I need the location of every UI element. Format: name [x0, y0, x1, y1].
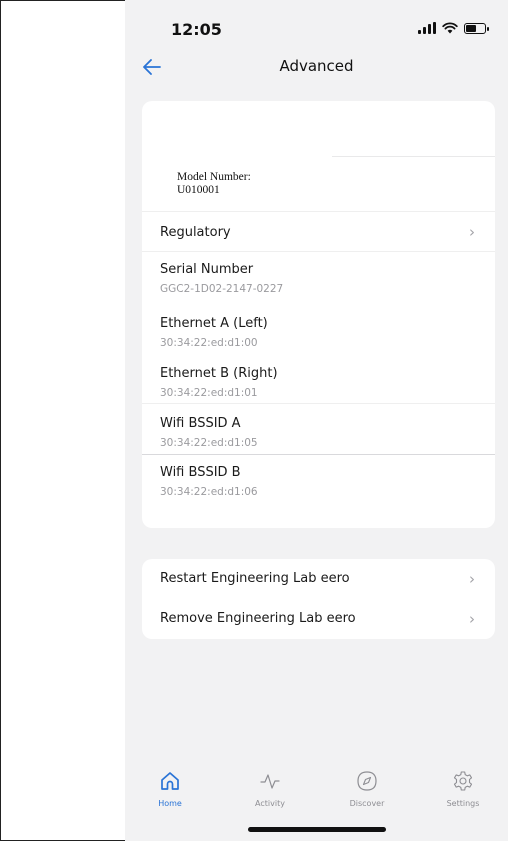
tab-settings-label: Settings: [446, 799, 480, 808]
gear-icon: [453, 771, 473, 791]
ethernet-b-value: 30:34:22:ed:d1:01: [160, 387, 258, 399]
wifi-bssid-a-value: 30:34:22:ed:d1:05: [160, 437, 258, 449]
page-title: Advanced: [279, 57, 354, 75]
wifi-bssid-a-row: Wifi BSSID A 30:34:22:ed:d1:05: [142, 404, 495, 455]
model-number-label: Model Number:: [177, 171, 251, 183]
battery-icon: [464, 22, 489, 34]
activity-icon: [260, 774, 280, 789]
tab-discover[interactable]: Discover: [332, 770, 402, 808]
battery-level: [466, 24, 476, 32]
ethernet-a-row: Ethernet A (Left) 30:34:22:ed:d1:00: [142, 304, 495, 354]
wifi-icon: [442, 22, 458, 34]
remove-eero-row[interactable]: Remove Engineering Lab eero ›: [142, 599, 495, 639]
regulatory-row[interactable]: Regulatory ›: [142, 212, 495, 252]
serial-number-label: Serial Number: [160, 262, 254, 277]
tab-home-label: Home: [158, 799, 182, 808]
regulatory-label: Regulatory: [160, 225, 231, 240]
compass-icon: [357, 771, 377, 791]
chevron-right-icon: ›: [469, 222, 475, 241]
ethernet-a-value: 30:34:22:ed:d1:00: [160, 337, 258, 349]
wifi-bssid-b-value: 30:34:22:ed:d1:06: [160, 486, 258, 498]
card-blank-area: [142, 101, 495, 157]
phone-screen: 12:05 Advanced Model Number: U010001 Reg…: [125, 0, 508, 841]
status-time: 12:05: [171, 20, 222, 39]
chevron-right-icon: ›: [469, 570, 475, 588]
chevron-right-icon: ›: [469, 610, 475, 628]
device-info-card: Model Number: U010001 Regulatory › Seria…: [142, 101, 495, 528]
home-icon: [161, 772, 179, 790]
remove-eero-label: Remove Engineering Lab eero: [160, 611, 356, 626]
ethernet-b-label: Ethernet B (Right): [160, 366, 278, 381]
status-bar: 12:05: [125, 0, 508, 56]
serial-number-value: GGC2-1D02-2147-0227: [160, 283, 284, 295]
tab-bar: Home Activity Discover Settings: [125, 770, 508, 815]
model-number-value: U010001: [177, 184, 220, 196]
cellular-signal-icon: [418, 22, 436, 34]
tab-discover-label: Discover: [349, 799, 385, 808]
restart-eero-row[interactable]: Restart Engineering Lab eero ›: [142, 559, 495, 599]
ethernet-a-label: Ethernet A (Left): [160, 316, 268, 331]
ethernet-b-row: Ethernet B (Right) 30:34:22:ed:d1:01: [142, 354, 495, 404]
restart-eero-label: Restart Engineering Lab eero: [160, 571, 350, 586]
tab-activity[interactable]: Activity: [235, 770, 305, 808]
home-indicator: [248, 827, 386, 832]
tab-activity-label: Activity: [255, 799, 285, 808]
wifi-bssid-a-label: Wifi BSSID A: [160, 416, 241, 431]
serial-number-row: Serial Number GGC2-1D02-2147-0227: [142, 252, 495, 304]
device-actions-card: Restart Engineering Lab eero › Remove En…: [142, 559, 495, 639]
tab-settings[interactable]: Settings: [428, 770, 498, 808]
status-icons: [418, 22, 489, 34]
tab-home[interactable]: Home: [135, 770, 205, 808]
nav-header: Advanced: [125, 50, 508, 84]
model-number-block: Model Number: U010001: [142, 157, 495, 212]
wifi-bssid-b-label: Wifi BSSID B: [160, 465, 241, 480]
wifi-bssid-b-row: Wifi BSSID B 30:34:22:ed:d1:06: [142, 455, 495, 507]
